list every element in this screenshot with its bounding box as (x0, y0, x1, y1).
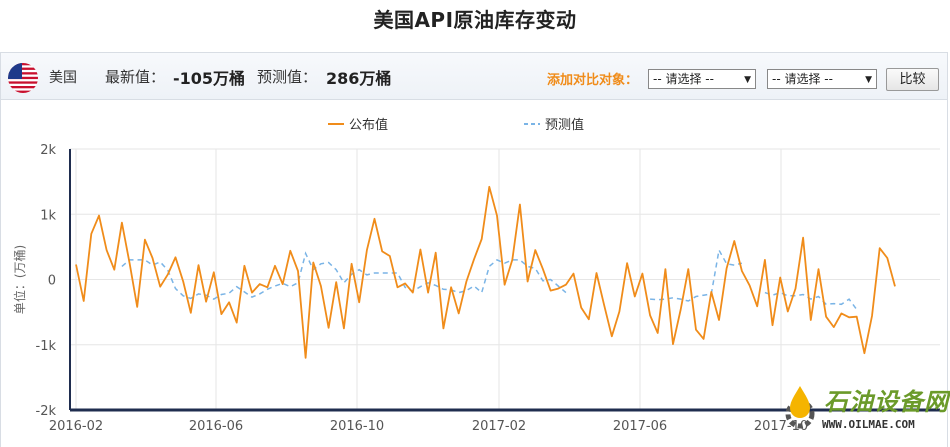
y-tick-label: 0 (48, 274, 56, 289)
series-line-published (75, 185, 896, 359)
x-tick-label: 2017-02 (472, 419, 526, 434)
page-title: 美国API原油库存变动 (373, 8, 577, 32)
y-tick-label: -2k (36, 404, 57, 419)
y-tick-label: 1k (40, 208, 56, 223)
x-tick-label: 2017-06 (613, 419, 667, 434)
x-tick-label: 2016-06 (189, 419, 243, 434)
y-tick-label: -1k (36, 339, 57, 354)
x-tick-label: 2016-02 (49, 419, 103, 434)
legend-label-forecast: 预测值 (545, 117, 584, 133)
y-axis-label: 单位：(万桶) (12, 245, 27, 314)
watermark-url: WWW.OILMAE.COM (822, 418, 915, 431)
x-tick-label: 2016-10 (330, 419, 384, 434)
y-tick-label: 2k (40, 143, 56, 158)
watermark-logo-icon (780, 382, 824, 432)
watermark-text: 石油设备网 (824, 388, 949, 416)
legend-label-published: 公布值 (349, 117, 388, 133)
